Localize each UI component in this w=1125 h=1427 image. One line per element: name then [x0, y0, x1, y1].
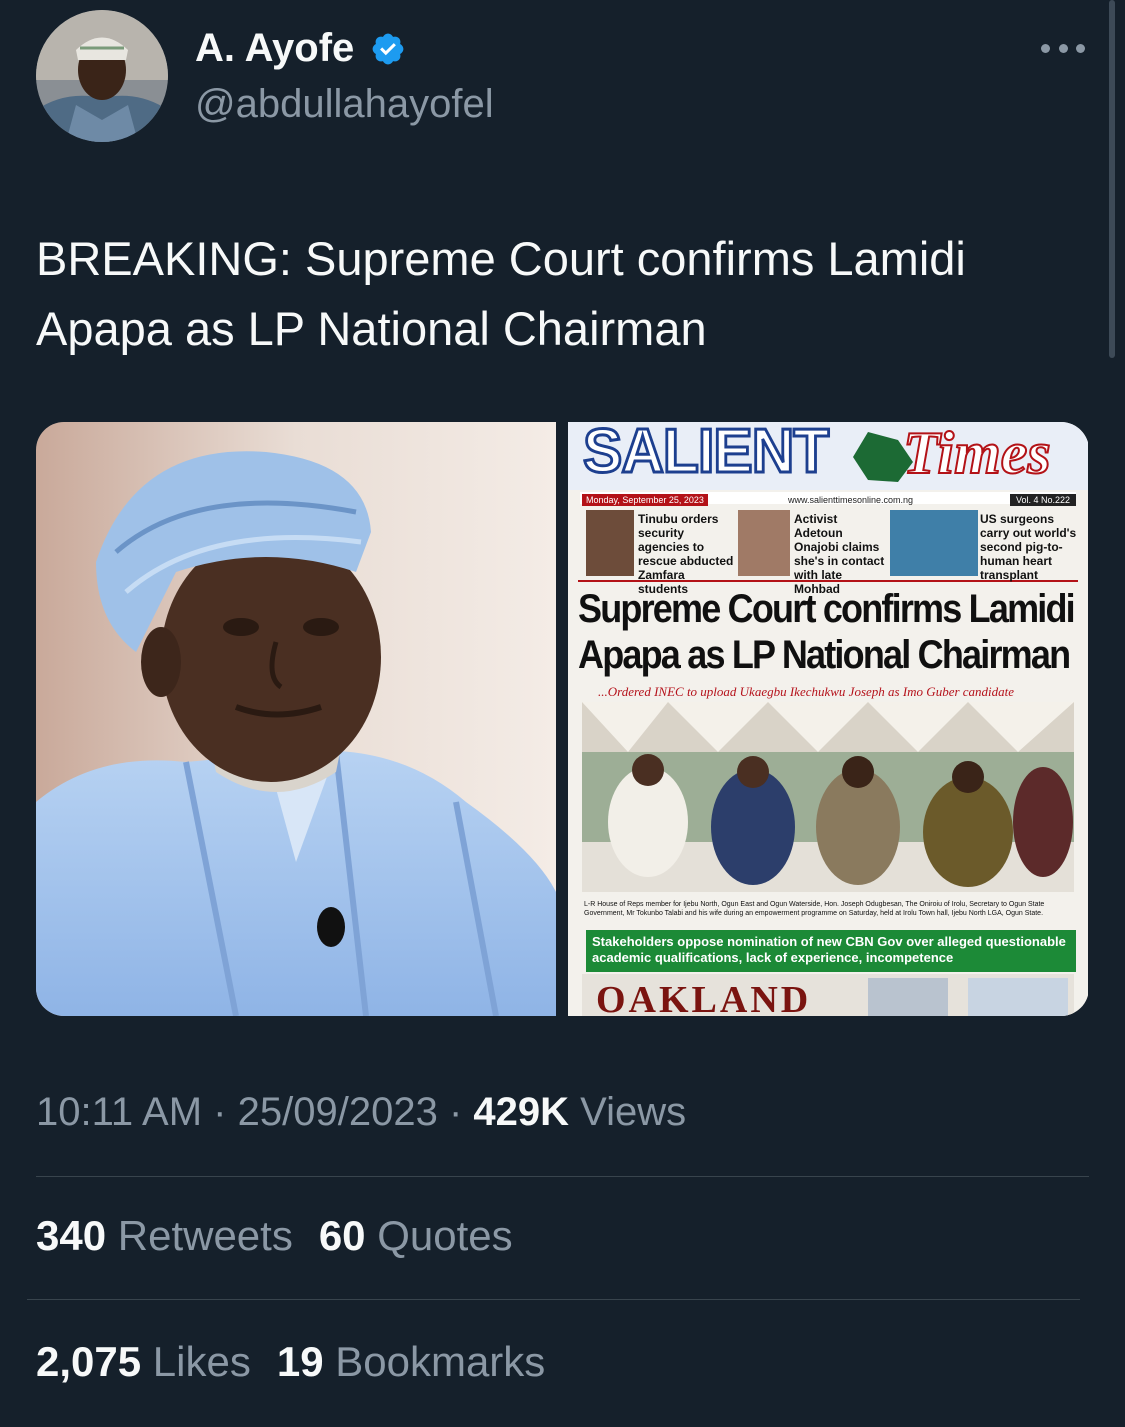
bookmarks-count: 19 [276, 1338, 324, 1385]
stats-row-likes: 2,075 Likes 19 Bookmarks [36, 1338, 545, 1386]
likes-label: Likes [152, 1338, 251, 1385]
newspaper-headline-line1: Supreme Court confirms Lamidi [578, 587, 1076, 631]
divider [27, 1299, 1080, 1300]
divider [36, 1176, 1089, 1177]
newspaper-photo-caption: L-R House of Reps member for Ijebu North… [584, 901, 1045, 917]
newspaper-green-banner: Stakeholders oppose nomination of new CB… [586, 930, 1076, 972]
newspaper-headline: Supreme Court confirms Lamidi Apapa as L… [578, 586, 1076, 678]
newspaper-headline-line2: Apapa as LP National Chairman [578, 633, 1071, 677]
tweet-time[interactable]: 10:11 AM [36, 1090, 202, 1134]
newspaper-url: www.salienttimesonline.com.ng [788, 495, 914, 505]
author-name[interactable]: A. Ayofe [195, 26, 354, 71]
retweets-count: 340 [36, 1212, 107, 1259]
newspaper-date: Monday, September 25, 2023 [582, 494, 708, 506]
newspaper-subheadline: ...Ordered INEC to upload Ukaegbu Ikechu… [598, 684, 1015, 699]
meta-separator: · [213, 1090, 227, 1134]
media-grid: SALIENT Times Monday, September 25, 2023… [36, 422, 1089, 1016]
meta-separator: · [448, 1090, 463, 1134]
newspaper-masthead-left: SALIENT [582, 422, 831, 486]
more-dot-icon [1041, 43, 1050, 53]
likes-link[interactable]: 2,075 Likes [36, 1338, 251, 1385]
newspaper-volume: Vol. 4 No.222 [1010, 494, 1077, 506]
media-photo-portrait[interactable] [36, 422, 556, 1016]
tweet-date[interactable]: 25/09/2023 [238, 1090, 438, 1134]
more-options-button[interactable] [1041, 38, 1085, 58]
retweets-link[interactable]: 340 Retweets [36, 1212, 293, 1259]
newspaper-brief: US surgeons carry out world's second pig… [980, 512, 1077, 582]
media-photo-newspaper[interactable]: SALIENT Times Monday, September 25, 2023… [568, 422, 1088, 1016]
quotes-link[interactable]: 60 Quotes [319, 1212, 513, 1259]
quotes-count: 60 [318, 1212, 366, 1259]
newspaper-masthead-right: Times [902, 422, 1052, 486]
retweets-label: Retweets [117, 1212, 293, 1259]
views-count: 429K [473, 1090, 570, 1134]
bookmarks-link[interactable]: 19 Bookmarks [277, 1338, 545, 1385]
tweet-text: BREAKING: Supreme Court confirms Lamidi … [36, 232, 966, 355]
newspaper-ad-text: OAKLAND [596, 979, 812, 1016]
more-dot-icon [1076, 43, 1085, 53]
tweet-meta: 10:11 AM · 25/09/2023 · 429K Views [36, 1090, 686, 1135]
author-handle[interactable]: @abdullahayofel [195, 82, 494, 127]
scrollbar[interactable] [1109, 0, 1115, 358]
tweet-detail-page: A. Ayofe @abdullahayofel BREAKING: Supre… [0, 0, 1125, 1427]
avatar[interactable] [36, 10, 168, 142]
newspaper-brief: Activist Adetoun Onajobi claims she's in… [794, 512, 885, 596]
quotes-label: Quotes [377, 1212, 513, 1259]
likes-count: 2,075 [36, 1338, 142, 1385]
views-label: Views [580, 1090, 687, 1134]
stats-row-reposts: 340 Retweets 60 Quotes [36, 1212, 513, 1260]
newspaper-brief: Tinubu orders security agencies to rescu… [638, 512, 734, 596]
author-name-row[interactable]: A. Ayofe [195, 26, 406, 71]
bookmarks-label: Bookmarks [335, 1338, 546, 1385]
verified-badge-icon [372, 33, 404, 64]
more-dot-icon [1058, 43, 1068, 53]
